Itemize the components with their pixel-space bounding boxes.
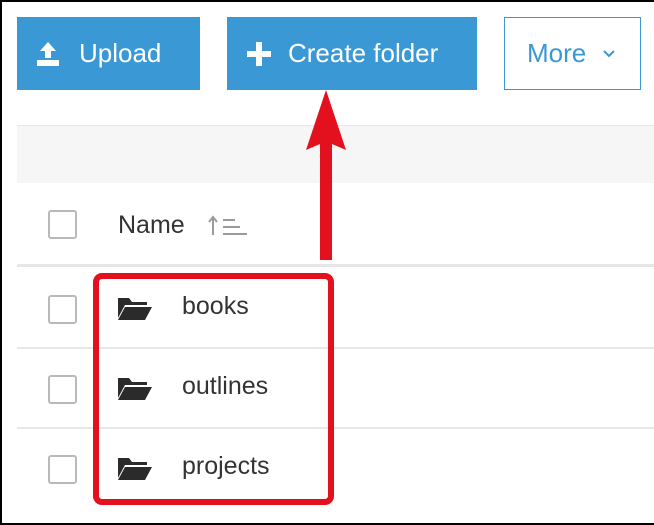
create-folder-button[interactable]: Create folder: [227, 17, 477, 90]
upload-button[interactable]: Upload: [17, 17, 200, 90]
plus-icon: [246, 41, 272, 67]
chevron-down-icon: [601, 46, 617, 62]
sort-ascending-icon[interactable]: [207, 213, 251, 239]
upload-icon: [34, 40, 62, 68]
more-label: More: [527, 38, 587, 68]
select-all-checkbox[interactable]: [48, 210, 77, 239]
more-dropdown-button[interactable]: More: [504, 17, 641, 90]
row-checkbox[interactable]: [48, 375, 77, 404]
name-column-header[interactable]: Name: [118, 211, 251, 240]
row-checkbox[interactable]: [48, 295, 77, 324]
arrow-up-annotation-icon: [306, 90, 346, 260]
highlight-annotation-box: [93, 273, 334, 505]
row-checkbox[interactable]: [48, 455, 77, 484]
create-folder-label: Create folder: [288, 38, 439, 68]
upload-label: Upload: [79, 38, 162, 68]
name-column-label: Name: [118, 211, 185, 239]
